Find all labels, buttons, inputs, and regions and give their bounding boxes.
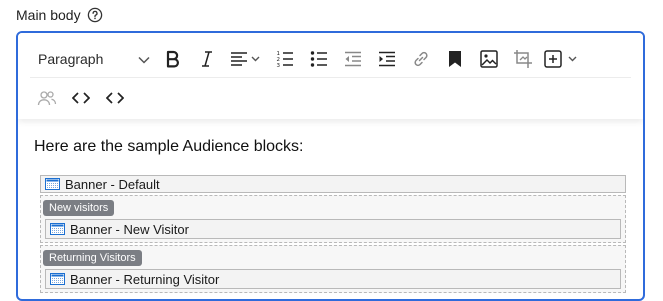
- audience-badge: New visitors: [43, 200, 115, 216]
- block-label: Banner - Returning Visitor: [70, 271, 220, 287]
- question-circle-icon[interactable]: [87, 7, 103, 23]
- audience-block-new-visitors[interactable]: New visitors Banner - New Visitor: [40, 195, 626, 243]
- block-icon: [45, 178, 60, 190]
- italic-icon: [200, 50, 214, 68]
- indent-button[interactable]: [370, 44, 404, 74]
- editor-toolbar: Paragraph 1 2 3: [18, 33, 643, 119]
- audience-button[interactable]: [30, 83, 64, 113]
- svg-text:3: 3: [277, 63, 281, 68]
- format-select-value: Paragraph: [38, 51, 104, 67]
- chevron-down-icon: [138, 51, 150, 67]
- link-icon: [412, 50, 430, 68]
- intro-paragraph: Here are the sample Audience blocks:: [34, 138, 304, 155]
- align-dropdown[interactable]: [224, 44, 268, 74]
- people-icon: [37, 90, 57, 106]
- bold-button[interactable]: [156, 44, 190, 74]
- plus-box-icon: [544, 50, 580, 68]
- audience-block-returning-visitors[interactable]: Returning Visitors Banner - Returning Vi…: [40, 245, 626, 293]
- bookmark-icon: [448, 50, 462, 68]
- bulleted-list-icon: [310, 50, 328, 68]
- block-label: Banner - New Visitor: [70, 221, 189, 237]
- numbered-list-icon: 123: [276, 50, 294, 68]
- bold-icon: [165, 50, 181, 68]
- numbered-list-button[interactable]: 123: [268, 44, 302, 74]
- block-label: Banner - Default: [65, 176, 160, 192]
- toolbar-divider: [30, 77, 631, 78]
- field-label-text: Main body: [16, 7, 81, 23]
- crop-icon: [513, 50, 533, 68]
- audience-badge: Returning Visitors: [43, 250, 142, 266]
- paragraph-format-dropdown[interactable]: Paragraph: [30, 44, 156, 74]
- block-icon: [50, 273, 65, 285]
- block-list: Banner - Default New visitors Banner - N…: [40, 175, 626, 293]
- italic-button[interactable]: [190, 44, 224, 74]
- crop-button[interactable]: [506, 44, 540, 74]
- default-block[interactable]: Banner - Default: [40, 175, 626, 193]
- link-button[interactable]: [404, 44, 438, 74]
- indent-icon: [378, 51, 396, 67]
- field-label: Main body: [16, 7, 103, 23]
- rich-text-editor[interactable]: Paragraph 1 2 3 Here are the sample Audi…: [16, 31, 645, 301]
- outdent-button[interactable]: [336, 44, 370, 74]
- audience-inner-block[interactable]: Banner - Returning Visitor: [45, 269, 621, 289]
- html-embed-button[interactable]: [98, 83, 132, 113]
- code-icon: [72, 91, 90, 105]
- bulleted-list-button[interactable]: [302, 44, 336, 74]
- toolbar-row-2: [30, 83, 132, 113]
- code-icon: [106, 91, 124, 105]
- audience-inner-block[interactable]: Banner - New Visitor: [45, 219, 621, 239]
- image-icon: [480, 50, 498, 68]
- insert-dropdown[interactable]: [540, 44, 584, 74]
- source-button[interactable]: [64, 83, 98, 113]
- align-left-icon: [230, 51, 262, 67]
- toolbar-row-1: Paragraph 1 2 3: [30, 43, 584, 75]
- image-button[interactable]: [472, 44, 506, 74]
- editor-content[interactable]: Here are the sample Audience blocks: Ban…: [34, 137, 626, 293]
- bookmark-button[interactable]: [438, 44, 472, 74]
- block-icon: [50, 223, 65, 235]
- outdent-icon: [344, 51, 362, 67]
